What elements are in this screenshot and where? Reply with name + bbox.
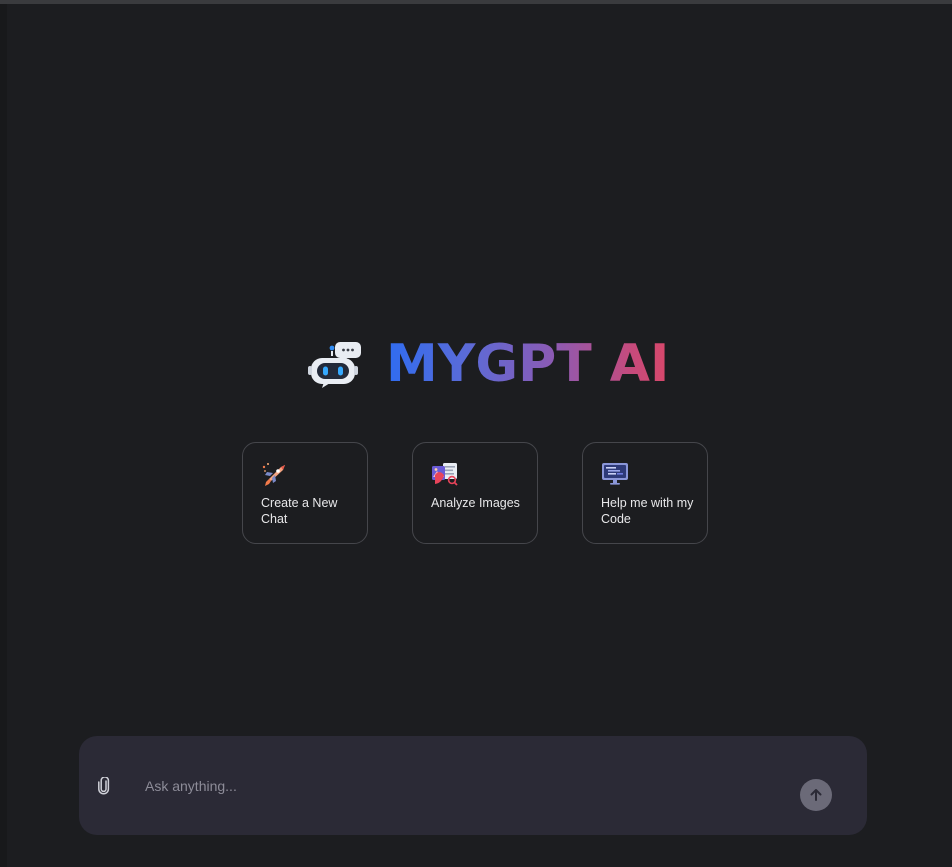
arrow-up-icon <box>810 789 822 801</box>
window-top-border <box>0 0 952 4</box>
app-window: MYGPT AI Create a New Chat Analyze Image… <box>0 0 952 867</box>
suggestion-card-help-code[interactable]: Help me with my Code <box>582 442 708 544</box>
suggestion-card-new-chat[interactable]: Create a New Chat <box>242 442 368 544</box>
code-monitor-icon <box>602 463 628 485</box>
suggestion-card-analyze-images[interactable]: Analyze Images <box>412 442 538 544</box>
chat-composer <box>79 736 867 835</box>
paperclip-icon[interactable] <box>97 777 111 795</box>
robot-chat-icon <box>308 342 361 388</box>
window-left-edge <box>0 4 7 867</box>
suggestion-label: Analyze Images <box>431 496 520 510</box>
app-title: MYGPT AI <box>386 334 670 394</box>
send-button[interactable] <box>800 779 832 811</box>
suggestion-cards: Create a New Chat Analyze Images Help me… <box>242 442 708 544</box>
chat-input[interactable] <box>141 773 769 799</box>
rocket-icon <box>262 463 285 486</box>
suggestion-label: Create a New Chat <box>261 496 338 526</box>
suggestion-label: Help me with my Code <box>601 496 694 526</box>
brand-header: MYGPT AI <box>306 334 669 394</box>
image-analysis-icon <box>432 463 458 486</box>
